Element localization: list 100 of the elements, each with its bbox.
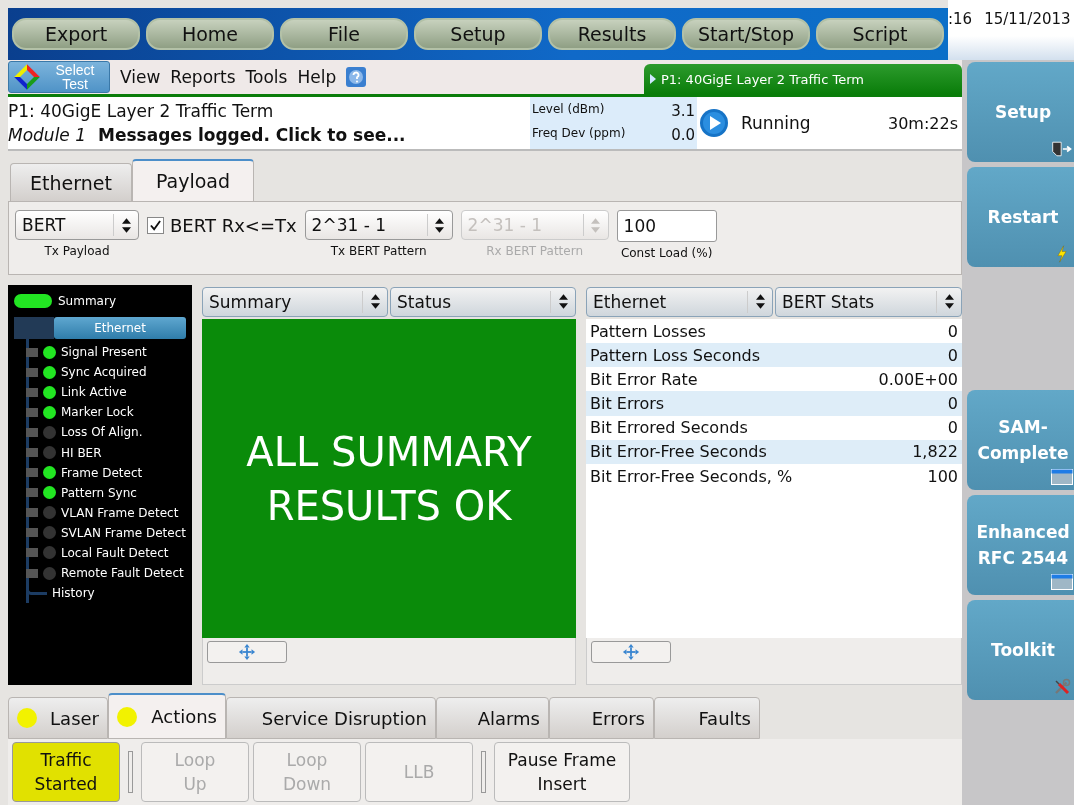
toolbar-button[interactable]: File: [280, 18, 408, 50]
field-label: Rx BERT Pattern: [486, 244, 584, 258]
updown-arrow-icon: [755, 294, 765, 310]
view-dropdown[interactable]: Status: [390, 286, 577, 317]
tree-item[interactable]: Remote Fault Detect: [61, 566, 184, 581]
test-tab[interactable]: P1: 40GigE Layer 2 Traffic Term: [644, 64, 962, 94]
tree-item[interactable]: HI BER: [61, 445, 102, 460]
updown-arrow-icon: [435, 217, 445, 233]
level-label: Level (dBm): [532, 102, 605, 118]
tree-item[interactable]: VLAN Frame Detect: [61, 505, 179, 520]
tree-item[interactable]: Summary: [58, 294, 116, 308]
module-label: Module 1: [8, 125, 87, 145]
tree-item[interactable]: Pattern Sync: [61, 485, 137, 500]
load-input[interactable]: 100: [616, 210, 717, 242]
status-text: Running: [741, 113, 811, 133]
field-label: Const Load (%): [620, 246, 713, 260]
bert-checkbox[interactable]: BERT Rx<=Tx: [147, 210, 297, 240]
tree-node-marker: [26, 548, 38, 558]
tree-item[interactable]: History: [52, 586, 95, 601]
clock-time: :16: [948, 10, 973, 30]
tree-node-marker: [26, 448, 38, 457]
result-name: Pattern Loss Seconds: [590, 345, 761, 365]
result-name: Bit Errors: [590, 394, 665, 414]
tree-node-marker: [26, 568, 38, 578]
result-value: 0.00E+00: [878, 369, 958, 389]
menu-item[interactable]: Reports: [170, 67, 236, 87]
move-button[interactable]: [591, 641, 672, 664]
result-name: Bit Error Rate: [590, 369, 698, 389]
bottom-tab[interactable]: Service Disruption: [226, 697, 436, 739]
tree-node-marker: [26, 367, 38, 377]
toolbar-button[interactable]: Start/Stop: [682, 18, 810, 50]
tree-branch-marker: [14, 317, 54, 339]
tree-item[interactable]: Marker Lock: [61, 405, 134, 420]
result-name: Bit Errored Seconds: [590, 418, 748, 438]
tree-item[interactable]: Sync Acquired: [61, 365, 147, 380]
bottom-tab[interactable]: Actions: [108, 693, 226, 739]
toolbar-button[interactable]: Setup: [414, 18, 542, 50]
menu-item[interactable]: Tools: [245, 67, 288, 87]
payload-dropdown[interactable]: BERT: [15, 210, 139, 240]
updown-arrow-icon: [370, 294, 380, 310]
test-title: P1: 40GigE Layer 2 Traffic Term: [8, 101, 275, 121]
bottom-tab[interactable]: Laser: [8, 697, 108, 739]
result-value: 0: [947, 345, 958, 365]
elapsed-time: 30m:22s: [887, 113, 958, 133]
toolbar-button[interactable]: Home: [146, 18, 274, 50]
summary-message: ALL SUMMARY RESULTS OK: [245, 427, 533, 531]
checkmark-icon: [150, 219, 161, 231]
tree-item[interactable]: Signal Present: [61, 345, 147, 360]
window-icon: [1051, 468, 1073, 486]
help-icon[interactable]: [346, 67, 367, 87]
play-icon[interactable]: [699, 108, 729, 138]
view-dropdown[interactable]: Ethernet: [586, 286, 773, 317]
action-button[interactable]: Pause Frame Insert: [494, 742, 630, 802]
result-name: Pattern Losses: [590, 321, 706, 341]
triangle-icon: [650, 74, 656, 84]
freq-value: 0.0: [671, 126, 695, 144]
diamond-logo-icon: [13, 63, 41, 91]
updown-arrow-icon: [121, 217, 131, 233]
view-dropdown[interactable]: Summary: [202, 286, 389, 317]
tree-item[interactable]: Link Active: [61, 385, 127, 400]
toolbar-button[interactable]: Results: [548, 18, 676, 50]
tree-item[interactable]: SVLAN Frame Detect: [61, 525, 186, 540]
view-dropdown[interactable]: BERT Stats: [775, 286, 962, 317]
menu-item[interactable]: Help: [297, 67, 337, 87]
tree-node-marker: [26, 407, 38, 417]
action-button[interactable]: Traffic Started: [12, 742, 120, 802]
bottom-tab[interactable]: Errors: [549, 697, 654, 739]
tree-node-marker: [26, 387, 38, 397]
clock-date: 15/11/2013: [984, 10, 1071, 30]
result-value: 1,822: [912, 442, 958, 462]
tree-node-marker: [26, 347, 38, 357]
pattern-dropdown[interactable]: 2^31 - 1: [304, 210, 453, 240]
messages-link[interactable]: Messages logged. Click to see...: [98, 125, 406, 145]
exit-icon: [1051, 140, 1073, 158]
config-tab[interactable]: Payload: [132, 159, 254, 201]
tree-item[interactable]: Loss Of Align.: [61, 425, 143, 440]
tree-node-marker: [26, 488, 38, 498]
menu-item[interactable]: View: [120, 67, 161, 87]
updown-arrow-icon: [591, 217, 601, 233]
tree-item[interactable]: Local Fault Detect: [61, 546, 169, 560]
window-icon: [1051, 573, 1073, 591]
toolbar-button[interactable]: Script: [816, 18, 944, 50]
tree-node-marker: [26, 508, 38, 518]
result-value: 100: [927, 466, 958, 486]
result-name: Bit Error-Free Seconds: [590, 442, 767, 462]
field-label: Tx Payload: [44, 244, 110, 258]
tree-item[interactable]: Frame Detect: [61, 465, 143, 480]
freq-label: Freq Dev (ppm): [532, 126, 626, 142]
config-tab[interactable]: Ethernet: [10, 163, 132, 201]
move-icon: [622, 643, 641, 662]
bottom-tab[interactable]: Faults: [654, 697, 760, 739]
tree-node-marker: [26, 427, 38, 437]
result-value: 0: [947, 418, 958, 438]
updown-arrow-icon: [558, 294, 568, 310]
toolbar-button[interactable]: Export: [12, 18, 140, 50]
bottom-tab[interactable]: Alarms: [436, 697, 549, 739]
result-value: 0: [947, 321, 958, 341]
move-button[interactable]: [207, 641, 288, 664]
tree-node-marker: [26, 528, 38, 538]
tree-node-marker: [26, 468, 38, 478]
